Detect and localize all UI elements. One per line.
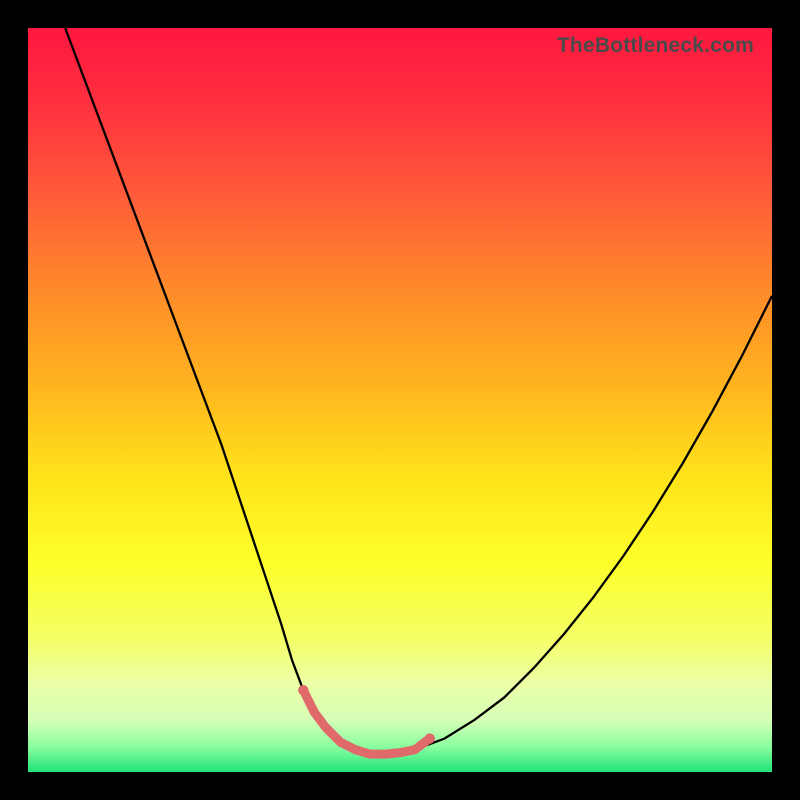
highlight-cap bbox=[298, 685, 308, 695]
watermark-text: TheBottleneck.com bbox=[557, 34, 754, 58]
plot-area: TheBottleneck.com bbox=[28, 28, 772, 772]
series-valley-highlight bbox=[303, 690, 429, 754]
highlight-cap bbox=[425, 733, 435, 743]
outer-frame: TheBottleneck.com bbox=[0, 0, 800, 800]
series-bottleneck-curve bbox=[65, 28, 772, 754]
chart-canvas bbox=[28, 28, 772, 772]
